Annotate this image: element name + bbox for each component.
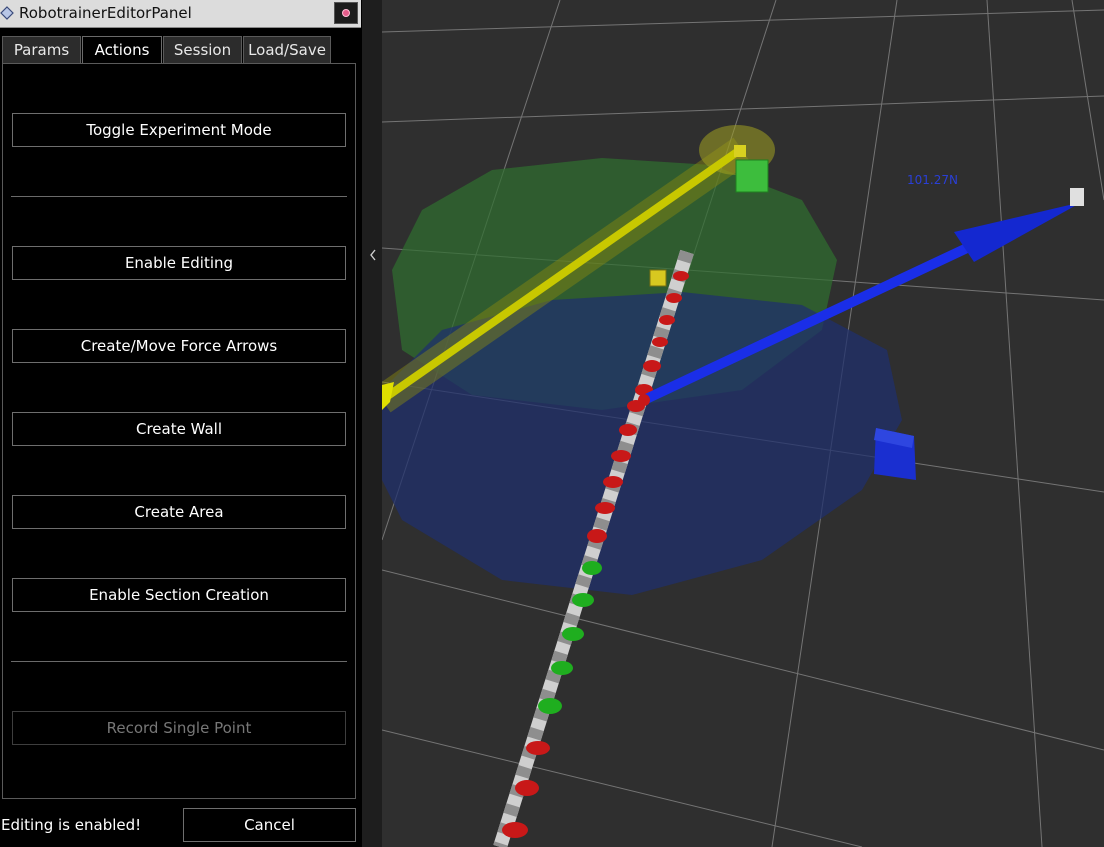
- status-message: Editing is enabled!: [1, 816, 142, 834]
- 3d-viewport[interactable]: 101.27N: [382, 0, 1104, 847]
- blue-cube: [874, 428, 916, 480]
- create-area-button[interactable]: Create Area: [12, 495, 346, 529]
- force-magnitude-label: 101.27N: [907, 173, 958, 187]
- green-cube: [735, 159, 769, 193]
- window-title: RobotrainerEditorPanel: [19, 4, 192, 22]
- close-button[interactable]: [334, 2, 358, 24]
- create-wall-button[interactable]: Create Wall: [12, 412, 346, 446]
- tab-load-save[interactable]: Load/Save: [243, 36, 331, 63]
- enable-section-creation-button[interactable]: Enable Section Creation: [12, 578, 346, 612]
- title-bar[interactable]: RobotrainerEditorPanel: [0, 0, 361, 28]
- separator: [11, 196, 347, 197]
- diamond-app-icon: [0, 6, 14, 20]
- panel-splitter[interactable]: [362, 0, 382, 847]
- chevron-left-icon[interactable]: [368, 248, 378, 262]
- scene-canvas: [382, 0, 1104, 847]
- toggle-experiment-mode-button[interactable]: Toggle Experiment Mode: [12, 113, 346, 147]
- close-icon: [342, 9, 350, 17]
- separator: [11, 661, 347, 662]
- record-single-point-button: Record Single Point: [12, 711, 346, 745]
- tab-actions[interactable]: Actions: [82, 36, 162, 64]
- editor-panel: RobotrainerEditorPanel Params Actions Se…: [0, 0, 362, 847]
- enable-editing-button[interactable]: Enable Editing: [12, 246, 346, 280]
- tab-session[interactable]: Session: [163, 36, 242, 63]
- cancel-button[interactable]: Cancel: [183, 808, 356, 842]
- tab-params[interactable]: Params: [2, 36, 81, 63]
- yellow-marker: [649, 269, 667, 287]
- create-move-force-arrows-button[interactable]: Create/Move Force Arrows: [12, 329, 346, 363]
